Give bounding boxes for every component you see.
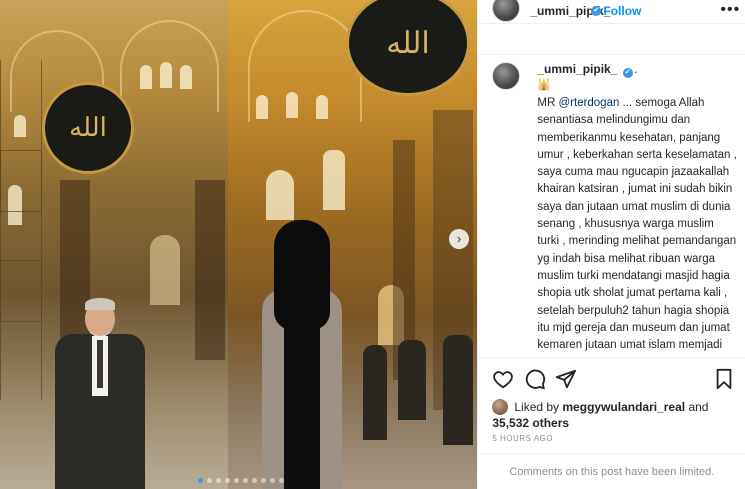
carousel-dot [225, 478, 230, 483]
share-icon[interactable] [555, 368, 577, 390]
carousel-dot [270, 478, 275, 483]
post-side-panel: _ummi_pipik_ ✔ Follow ••• _ummi_pipik_ ✔… [477, 0, 745, 489]
man-in-suit [55, 298, 145, 489]
carousel-dot [252, 478, 257, 483]
avatar[interactable] [492, 0, 521, 22]
post-header: _ummi_pipik_ ✔ Follow ••• [478, 0, 745, 24]
liker-avatar[interactable] [492, 399, 509, 415]
carousel-dot [234, 478, 239, 483]
mention-link[interactable]: @rterdogan [558, 97, 619, 109]
photo-left-hagia-sophia: الله [0, 0, 228, 489]
carousel-dot [279, 478, 284, 483]
likes-summary: Liked by meggywulandari_real and 35,532 … [492, 399, 709, 430]
carousel-dot [243, 478, 248, 483]
chevron-right-icon: › [456, 231, 462, 246]
calligraphy-medallion-left: الله [42, 82, 134, 174]
caption-block: _ummi_pipik_ ✔ . 🕌 MR @rterdogan ... sem… [478, 56, 745, 355]
instagram-post: الله الله › _ummi_pipik_ ✔ Follow ••• _u… [0, 0, 745, 489]
medallion-text: الله [69, 113, 107, 143]
liker-username[interactable]: meggywulandari_real [562, 400, 685, 414]
calligraphy-medallion-right: الله [346, 0, 470, 96]
likes-count[interactable]: 35,532 others [492, 416, 569, 430]
caption-avatar[interactable] [492, 62, 521, 90]
comments-limited-notice: Comments on this post have been limited. [509, 466, 715, 478]
follow-button[interactable]: Follow [603, 4, 641, 18]
woman-in-niqab [262, 220, 342, 489]
medallion-text: الله [386, 25, 430, 61]
comment-icon[interactable] [524, 368, 546, 390]
caption-emoji: 🕌 [537, 79, 552, 91]
carousel-next-button[interactable]: › [449, 229, 469, 249]
heart-icon[interactable] [492, 368, 514, 390]
carousel-dot [198, 478, 203, 483]
bookmark-icon[interactable] [713, 368, 735, 390]
carousel-dots [198, 478, 284, 483]
post-media[interactable]: الله الله › [0, 0, 478, 489]
caption-text: MR @rterdogan ... semoga Allah senantias… [537, 97, 737, 352]
more-options-icon[interactable]: ••• [720, 1, 740, 19]
post-actions [478, 360, 745, 398]
post-timestamp[interactable]: 5 HOURS AGO [492, 434, 553, 443]
verified-badge-icon: ✔ [622, 68, 633, 78]
carousel-dot [261, 478, 266, 483]
carousel-dot [207, 478, 212, 483]
caption-username[interactable]: _ummi_pipik_ [537, 62, 617, 76]
carousel-dot [216, 478, 221, 483]
